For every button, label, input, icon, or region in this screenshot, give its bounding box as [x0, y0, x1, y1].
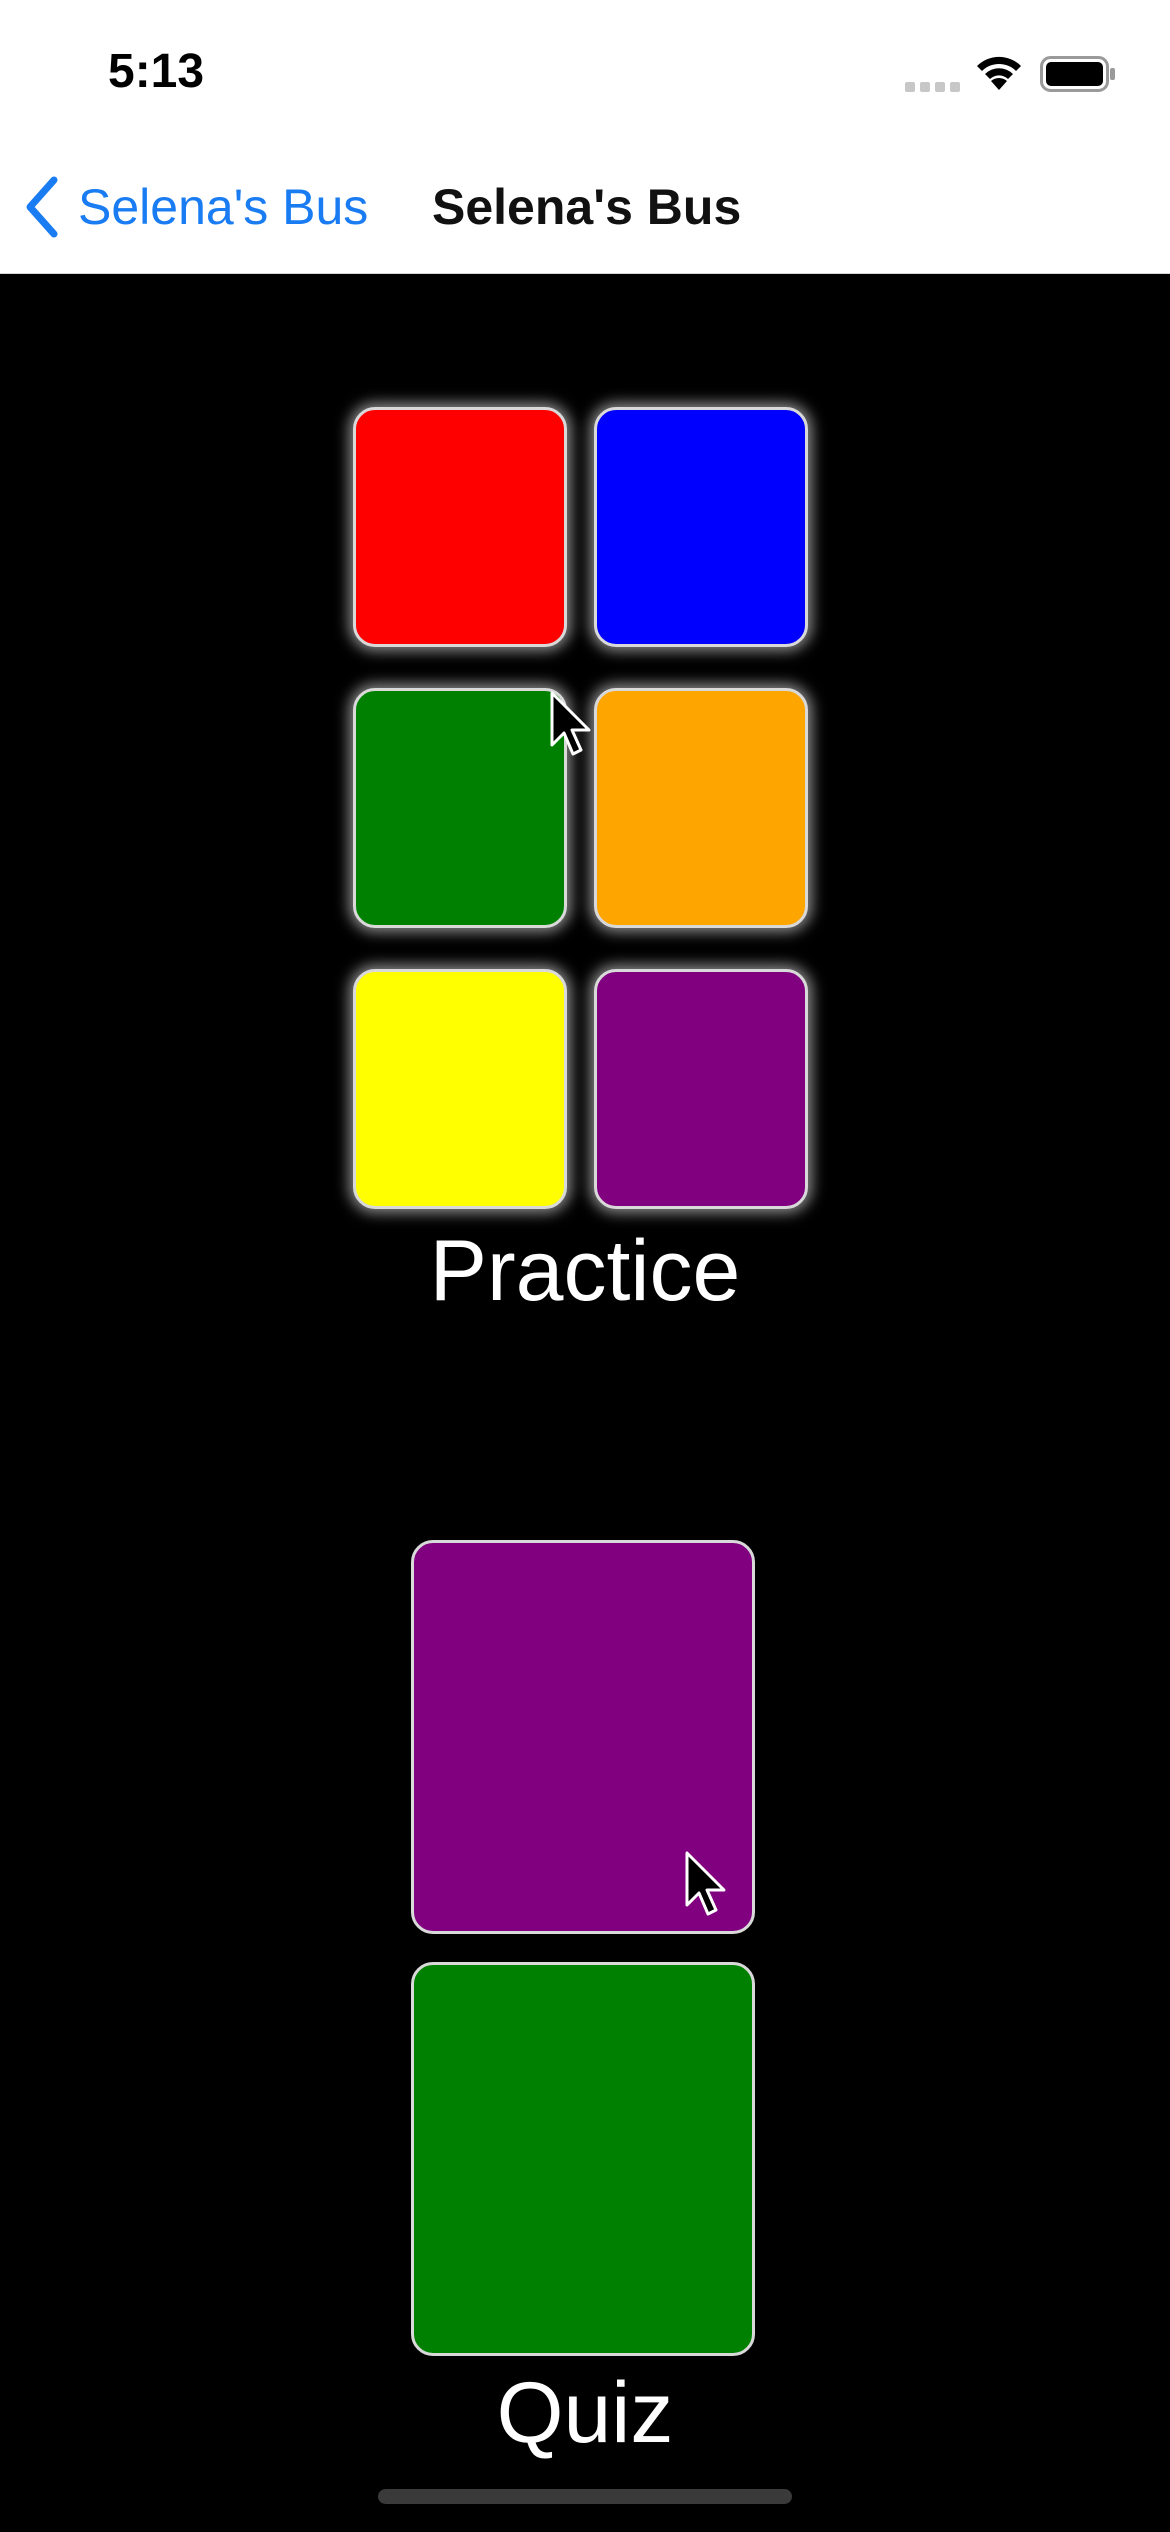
- practice-tile-purple[interactable]: [594, 969, 808, 1209]
- quiz-tile-green[interactable]: [411, 1962, 755, 2356]
- practice-tile-blue[interactable]: [594, 407, 808, 647]
- practice-tile-red[interactable]: [353, 407, 567, 647]
- practice-tile-orange[interactable]: [594, 688, 808, 928]
- practice-label[interactable]: Practice: [0, 1222, 1170, 1321]
- back-button[interactable]: Selena's Bus: [20, 172, 368, 242]
- chevron-left-icon: [26, 176, 58, 238]
- cellular-signal-icon: [905, 82, 960, 92]
- page-title: Selena's Bus: [432, 179, 742, 235]
- home-indicator[interactable]: [378, 2489, 792, 2504]
- quiz-label[interactable]: Quiz: [0, 2364, 1170, 2463]
- back-button-label: Selena's Bus: [78, 179, 369, 235]
- battery-icon: [1040, 56, 1115, 92]
- wifi-icon: [977, 56, 1021, 90]
- status-bar: 5:13: [0, 0, 1170, 140]
- practice-tile-yellow[interactable]: [353, 969, 567, 1209]
- pointer-cursor-icon: [685, 1851, 726, 1916]
- status-time: 5:13: [108, 45, 205, 98]
- practice-tile-green[interactable]: [353, 688, 567, 928]
- navigation-bar: Selena's Bus Selena's Bus: [0, 140, 1170, 274]
- pointer-cursor-icon: [550, 691, 591, 756]
